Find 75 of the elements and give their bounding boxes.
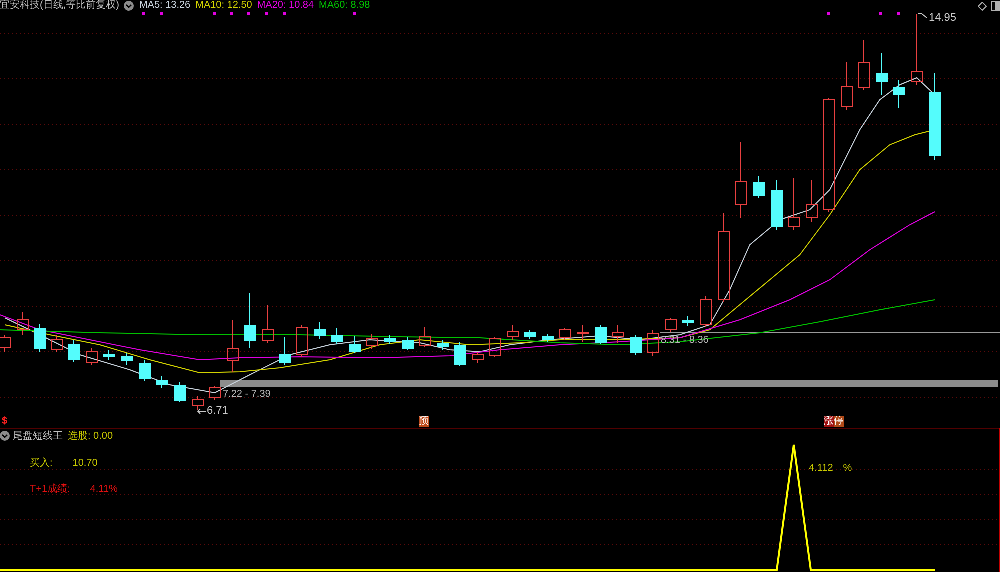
signal-tag: $ bbox=[2, 416, 8, 427]
candle bbox=[227, 320, 239, 372]
candle bbox=[209, 386, 221, 400]
leader-line bbox=[918, 14, 928, 18]
candle bbox=[753, 176, 765, 198]
candle bbox=[279, 336, 291, 366]
candle bbox=[331, 328, 343, 344]
ma-value-label: MA60: 8.98 bbox=[319, 0, 370, 12]
collapse-icon[interactable] bbox=[0, 431, 10, 441]
candle bbox=[542, 334, 554, 342]
candle bbox=[612, 324, 624, 344]
candle bbox=[103, 350, 115, 360]
candle bbox=[454, 342, 466, 366]
diamond-icon[interactable] bbox=[978, 2, 987, 10]
signal-tag: 涨 bbox=[824, 416, 834, 427]
candle bbox=[489, 336, 501, 358]
candle bbox=[68, 340, 80, 362]
candle bbox=[700, 296, 712, 328]
candle bbox=[437, 340, 449, 350]
left-arrow-icon bbox=[197, 408, 206, 414]
candle bbox=[647, 330, 659, 356]
candle bbox=[314, 322, 326, 340]
peak-value-label: 4.112 bbox=[809, 463, 834, 474]
signal-tag: 停 bbox=[834, 416, 844, 427]
ma-value-label: MA5: 13.26 bbox=[139, 0, 191, 12]
indicator-row-value: 4.11% bbox=[90, 484, 118, 494]
window-icon[interactable] bbox=[991, 1, 1000, 11]
candle bbox=[34, 324, 46, 352]
indicator-row-label: T+1成绩: bbox=[30, 484, 70, 494]
indicator-row-value: 10.70 bbox=[72, 458, 98, 468]
candle bbox=[788, 178, 800, 230]
candle bbox=[156, 376, 168, 388]
candle bbox=[858, 40, 870, 90]
candle bbox=[419, 326, 431, 348]
candle bbox=[876, 52, 888, 96]
candle bbox=[665, 318, 677, 332]
peak-unit-label: % bbox=[843, 463, 852, 474]
candle bbox=[911, 14, 923, 86]
candle bbox=[682, 316, 694, 326]
candle bbox=[17, 312, 29, 336]
candle bbox=[86, 348, 98, 366]
candle bbox=[174, 382, 186, 402]
signal-tag: 预 bbox=[419, 416, 429, 427]
candle bbox=[192, 396, 204, 410]
collapse-icon[interactable] bbox=[124, 1, 134, 11]
candle bbox=[630, 334, 642, 356]
candle bbox=[139, 360, 151, 382]
indicator-row-label: 买入: bbox=[30, 458, 53, 468]
candle bbox=[244, 292, 256, 348]
candle bbox=[771, 180, 783, 230]
candle bbox=[366, 334, 378, 350]
price-range-label: 7.22 - 7.39 bbox=[223, 389, 271, 400]
candle bbox=[577, 324, 589, 342]
candle bbox=[841, 62, 853, 110]
candle bbox=[402, 336, 414, 350]
high-price-label: 14.95 bbox=[929, 12, 957, 24]
candle bbox=[595, 324, 607, 344]
ma-value-label: MA10: 12.50 bbox=[196, 0, 252, 12]
ma-value-label: MA20: 10.84 bbox=[257, 0, 314, 12]
selection-value: 选股: 0.00 bbox=[68, 430, 114, 442]
candle bbox=[472, 352, 484, 364]
candle bbox=[51, 334, 63, 352]
candle bbox=[507, 324, 519, 340]
candle bbox=[524, 330, 536, 340]
candle bbox=[384, 334, 396, 344]
candle bbox=[893, 80, 905, 108]
candle bbox=[349, 336, 361, 354]
candle bbox=[262, 304, 274, 344]
candle bbox=[559, 328, 571, 340]
candle bbox=[0, 334, 11, 352]
candle bbox=[296, 324, 308, 358]
indicator-name: 尾盘短线王 bbox=[13, 430, 63, 442]
low-price-label: 6.71 bbox=[207, 405, 228, 417]
candle bbox=[806, 180, 818, 222]
candle bbox=[121, 352, 133, 366]
